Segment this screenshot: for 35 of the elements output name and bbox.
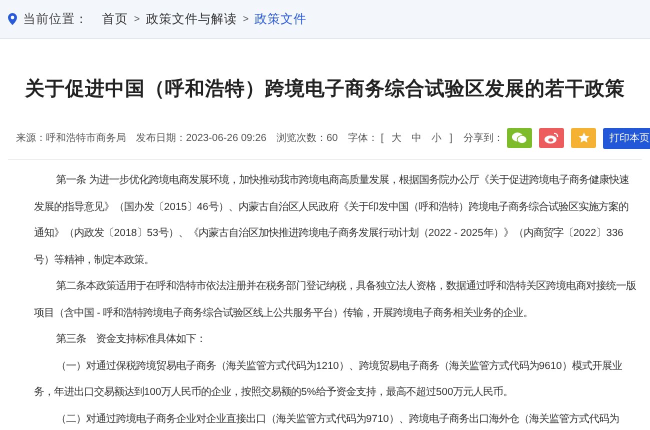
paragraph-line: 发展的指导意见》（国办发〔2015〕46号）、内蒙古自治区人民政府《关于印发中国（呼和浩特）跨境电子商务综合试验区实施方案的 xyxy=(34,200,630,214)
paragraph-line: 第二条本政策适用于在呼和浩特市依法注册并在税务部门登记纳税，具备独立法人资格，数据通过呼和浩特关区跨境电商对接统一版 xyxy=(55,279,637,294)
breadcrumb-separator: > xyxy=(134,14,140,24)
chat-bubbles-icon xyxy=(512,132,528,144)
bracket-text: [ xyxy=(380,132,384,144)
paragraph-line: 号）等精神，制定本政策。 xyxy=(34,253,155,268)
article-title: 关于促进中国（呼和浩特）跨境电子商务综合试验区发展的若干政策 xyxy=(24,77,626,102)
font-size-link[interactable]: 大 xyxy=(392,131,402,145)
breadcrumb-link[interactable]: 政策文件 xyxy=(254,10,307,28)
font-size-link[interactable]: 中 xyxy=(412,131,422,145)
share-label: 分享到： xyxy=(463,132,504,145)
eye-swirl-icon xyxy=(544,132,560,144)
favorite-button[interactable] xyxy=(571,128,596,148)
publish-date: 发布日期：2023-06-26 09:26 xyxy=(136,132,266,145)
location-pin-icon xyxy=(8,13,17,25)
breadcrumb-separator: > xyxy=(242,14,249,24)
breadcrumb-link[interactable]: 首页 xyxy=(102,10,128,28)
paragraph-line: 项目（含中国 - 呼和浩特跨境电子商务综合试验区线上公共服务平台）传输，开展跨境电子商务相关业务的企业。 xyxy=(34,306,534,320)
star-icon xyxy=(578,132,590,144)
paragraph-line: （一）对通过保税跨境贸易电子商务（海关监管方式代码为1210）、跨境贸易电子商务（海关监管方式代码为9610）模式开展业 xyxy=(55,359,623,374)
font-size-link[interactable]: 小 xyxy=(432,131,442,145)
weibo-share-button[interactable] xyxy=(539,128,564,148)
paragraph-line: 第三条 资金支持标准具体如下： xyxy=(55,332,207,347)
print-button[interactable]: 打印本页 xyxy=(603,128,650,148)
paragraph-line: 通知》（内政发〔2018〕53号）、《内蒙古自治区加快推进跨境电子商务发展行动计划（2022 - 2025年）》（内商贸字〔2022〕336 xyxy=(34,226,624,241)
view-count: 浏览次数：60 xyxy=(276,132,338,145)
breadcrumb-link[interactable]: 政策文件与解读 xyxy=(146,10,237,28)
font-size-label: 字体： xyxy=(348,132,378,145)
chat-share-button[interactable] xyxy=(507,128,532,148)
paragraph-line: 务，年进出口交易额达到100万人民币的企业，按照交易额的5%给予资金支持，最高不超过500万元人民币。 xyxy=(34,385,514,400)
bracket-text: ] xyxy=(450,132,452,144)
paragraph-line: （二）对通过跨境电子商务企业对企业直接出口（海关监管方式代码为9710）、跨境电子商务出口海外仓（海关监管方式代码为 xyxy=(55,412,620,426)
paragraph-line: 第一条 为进一步优化跨境电商发展环境，加快推动我市跨境电商高质量发展，根据国务院办公厅《关于促进跨境电子商务健康快速 xyxy=(55,173,630,188)
breadcrumb-label: 当前位置： xyxy=(23,10,88,28)
source-text: 来源：呼和浩特市商务局 xyxy=(16,132,126,145)
